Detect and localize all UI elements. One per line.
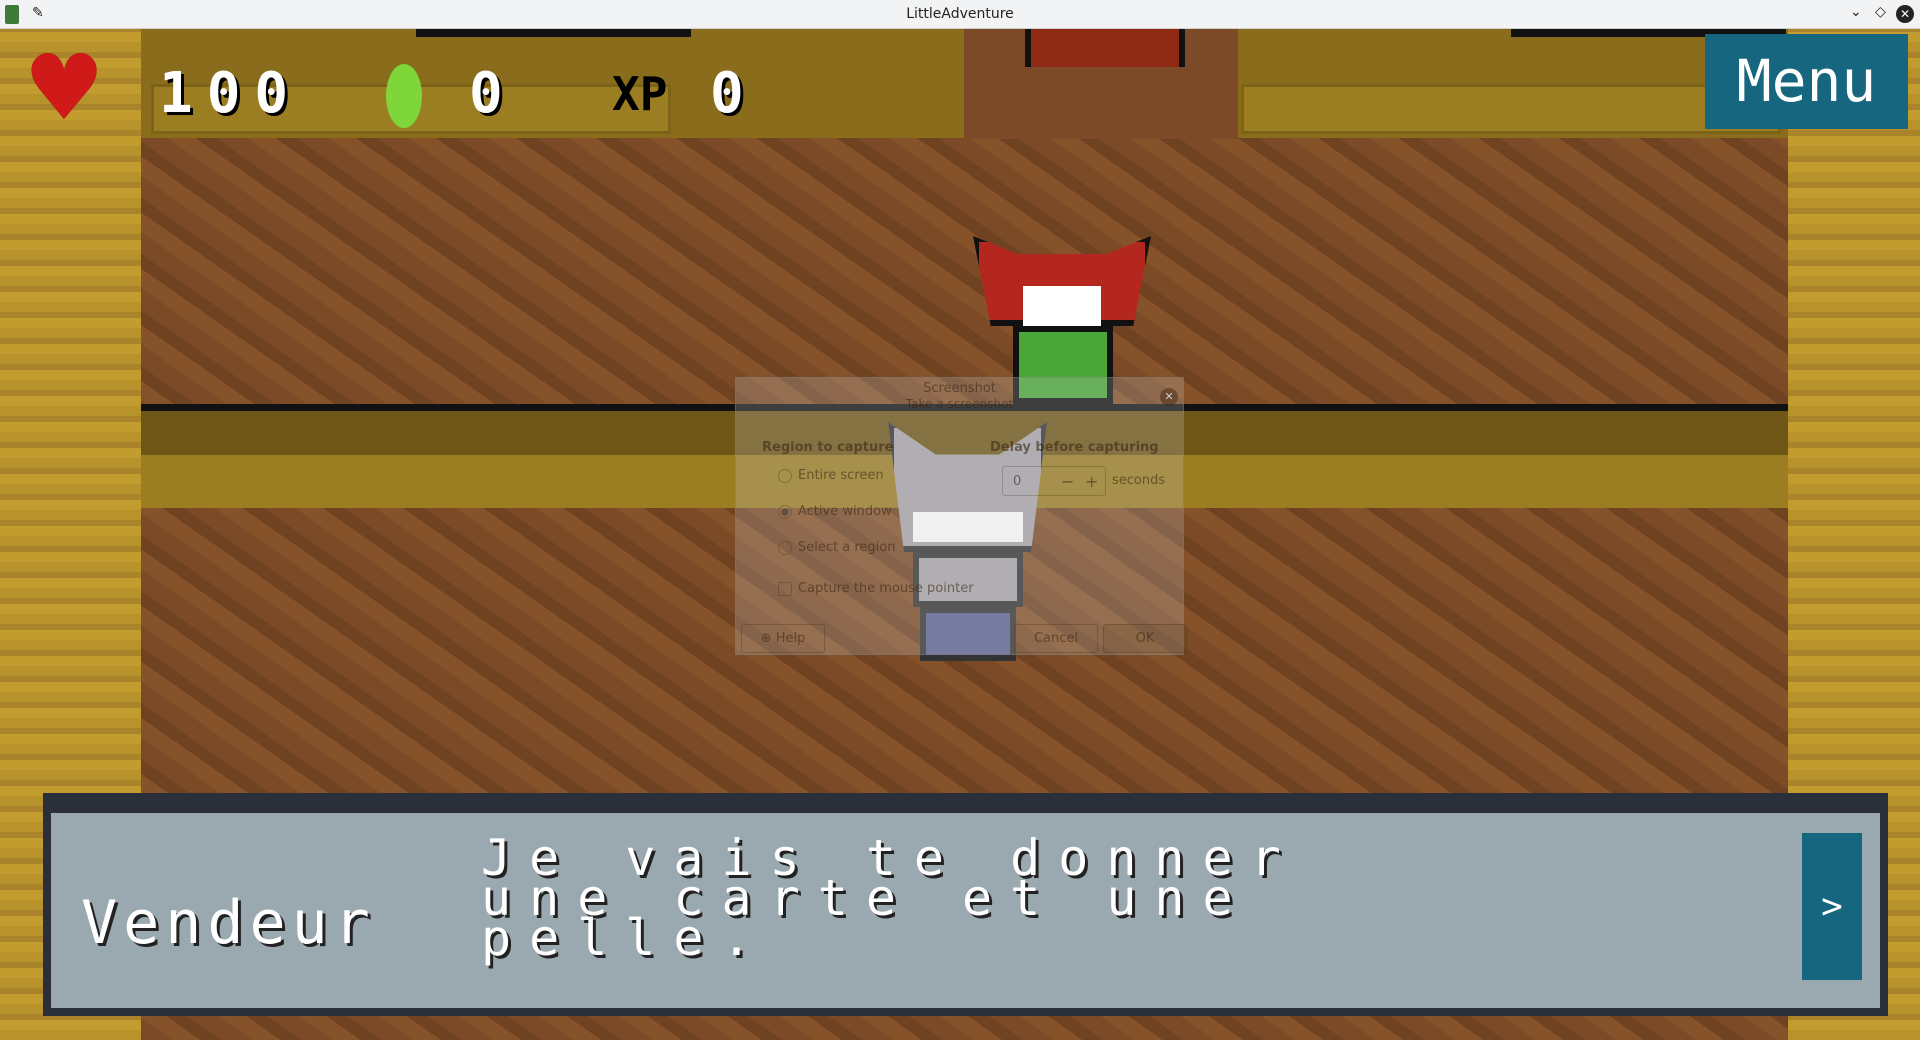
delay-spinbox[interactable]: 0 − +: [1002, 466, 1106, 496]
delay-unit: seconds: [1112, 473, 1166, 488]
pointer-checkbox[interactable]: Capture the mouse pointer: [778, 581, 974, 596]
dialog-subtitle: Take a screenshot: [905, 397, 1014, 411]
delay-value: 0: [1013, 474, 1022, 489]
close-icon[interactable]: ✕: [1896, 5, 1914, 23]
dialog-title: Screenshot: [923, 381, 996, 396]
next-button[interactable]: >: [1802, 833, 1862, 980]
region-heading: Region to capture: [762, 440, 894, 455]
increment-button[interactable]: +: [1085, 472, 1098, 491]
heart-icon: ♥: [31, 24, 98, 152]
window-title: LittleAdventure: [906, 6, 1014, 22]
help-button[interactable]: ⊕ Help: [741, 624, 825, 653]
maximize-icon[interactable]: ◇: [1875, 4, 1886, 20]
xp-icon: XP: [612, 67, 668, 121]
dialogue-text: Je vais te donner une carte et une pelle…: [481, 829, 1299, 967]
delay-heading: Delay before capturing: [990, 440, 1159, 455]
ok-button[interactable]: OK: [1103, 624, 1187, 653]
gem-count: 0: [469, 61, 517, 126]
screenshot-dialog: Screenshot Take a screenshot ✕ Region to…: [735, 377, 1187, 655]
radio-entire-screen[interactable]: Entire screen: [778, 468, 884, 483]
checkbox-label: Capture the mouse pointer: [798, 581, 974, 596]
speaker-name: Vendeur: [81, 888, 376, 958]
radio-label: Active window: [798, 504, 892, 519]
gem-icon: [386, 64, 422, 128]
dialog-close-icon[interactable]: ✕: [1160, 388, 1178, 406]
xp-value: 0: [710, 61, 758, 126]
health-value: 100: [159, 61, 303, 126]
decrement-button[interactable]: −: [1061, 472, 1074, 491]
help-icon: ⊕: [760, 631, 776, 646]
dialogue-box: Vendeur Je vais te donner une carte et u…: [43, 793, 1888, 1016]
radio-label: Select a region: [798, 540, 896, 555]
minimize-icon[interactable]: ⌄: [1850, 4, 1862, 20]
radio-select-region[interactable]: Select a region: [778, 540, 895, 555]
door[interactable]: [1025, 29, 1185, 67]
cancel-button[interactable]: Cancel: [1014, 624, 1098, 653]
title-bar: ✎ LittleAdventure ⌄ ◇ ✕: [0, 0, 1920, 29]
radio-active-window[interactable]: Active window: [778, 504, 892, 519]
help-label: Help: [775, 631, 806, 646]
menu-button[interactable]: Menu: [1705, 34, 1908, 129]
radio-label: Entire screen: [798, 468, 884, 483]
